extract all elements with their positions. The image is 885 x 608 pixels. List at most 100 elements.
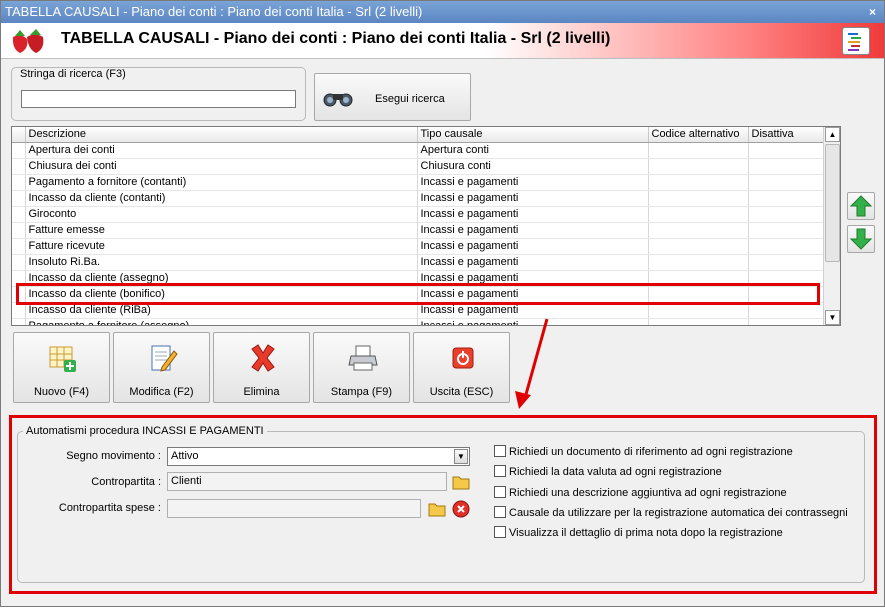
table-cell[interactable] (648, 318, 749, 325)
folder-icon[interactable] (428, 500, 446, 518)
table-row[interactable]: Insoluto Ri.Ba. Incassi e pagamenti (12, 254, 825, 271)
check-documento-riferimento[interactable]: Richiedi un documento di riferimento ad … (494, 445, 793, 458)
search-button[interactable]: Esegui ricerca (314, 73, 471, 121)
edit-document-icon (151, 345, 178, 372)
table-scrollbar[interactable]: ▲ ▼ (823, 127, 840, 325)
table-cell[interactable]: Fatture ricevute (25, 238, 418, 255)
table-cell[interactable] (748, 158, 825, 175)
row-indicator[interactable] (12, 222, 26, 239)
check-label: Richiedi una descrizione aggiuntiva ad o… (509, 487, 787, 499)
table-cell[interactable] (648, 254, 749, 271)
new-button[interactable]: Nuovo (F4) (13, 332, 110, 403)
contropartita-field[interactable]: Clienti (167, 472, 447, 491)
row-indicator[interactable] (12, 238, 26, 255)
table-row[interactable]: Fatture ricevute Incassi e pagamenti (12, 238, 825, 255)
table-cell[interactable]: Incassi e pagamenti (417, 254, 649, 271)
clear-icon[interactable] (452, 500, 470, 518)
table-row[interactable]: Pagamento a fornitore (assegno) Incassi e… (12, 318, 825, 325)
table-cell[interactable] (648, 158, 749, 175)
table-cell[interactable]: Chiusura dei conti (25, 158, 418, 175)
table-row[interactable]: Pagamento a fornitore (contanti) Incassi … (12, 174, 825, 191)
delete-button[interactable]: Elimina (213, 332, 310, 403)
segno-movimento-select[interactable]: Attivo ▼ (167, 447, 470, 466)
move-down-button[interactable] (847, 225, 875, 253)
table-row[interactable]: Chiusura dei conti Chiusura conti (12, 158, 825, 175)
row-indicator[interactable] (12, 254, 26, 271)
edit-button-label: Modifica (F2) (129, 386, 194, 398)
column-header-tipo-causale[interactable]: Tipo causale (417, 127, 649, 143)
table-cell[interactable] (748, 174, 825, 191)
table-cell[interactable]: Pagamento a fornitore (assegno) (25, 318, 418, 325)
list-icon[interactable] (842, 27, 870, 55)
exit-button[interactable]: Uscita (ESC) (413, 332, 510, 403)
table-cell[interactable]: Chiusura conti (417, 158, 649, 175)
table-cell[interactable]: Incassi e pagamenti (417, 238, 649, 255)
table-row[interactable]: Incasso da cliente (contanti) Incassi e p… (12, 190, 825, 207)
checkbox[interactable] (494, 506, 506, 518)
table-cell[interactable]: Incassi e pagamenti (417, 174, 649, 191)
table-cell[interactable] (648, 238, 749, 255)
check-dettaglio-prima-nota[interactable]: Visualizza il dettaglio di prima nota do… (494, 526, 783, 539)
checkbox[interactable] (494, 526, 506, 538)
table-header-row: Descrizione Tipo causale Codice alternat… (12, 127, 825, 143)
row-indicator[interactable] (12, 206, 26, 223)
table-cell[interactable]: Apertura dei conti (25, 142, 418, 159)
table-cell[interactable] (648, 190, 749, 207)
table-cell[interactable] (748, 254, 825, 271)
table-cell[interactable] (748, 222, 825, 239)
table-cell[interactable] (648, 222, 749, 239)
table-cell[interactable] (648, 174, 749, 191)
table-cell[interactable]: Fatture emesse (25, 222, 418, 239)
table-cell[interactable] (748, 206, 825, 223)
main-window: TABELLA CAUSALI - Piano dei conti : Pian… (0, 0, 885, 607)
column-header-codice-alternativo[interactable]: Codice alternativo (648, 127, 749, 143)
table-cell[interactable]: Incassi e pagamenti (417, 206, 649, 223)
table-cell[interactable]: Pagamento a fornitore (contanti) (25, 174, 418, 191)
edit-button[interactable]: Modifica (F2) (113, 332, 210, 403)
table-cell[interactable] (748, 190, 825, 207)
check-label: Causale da utilizzare per la registrazio… (509, 507, 848, 519)
checkbox[interactable] (494, 445, 506, 457)
row-indicator-header (12, 127, 26, 143)
check-descrizione-aggiuntiva[interactable]: Richiedi una descrizione aggiuntiva ad o… (494, 486, 787, 499)
row-indicator[interactable] (12, 190, 26, 207)
chevron-down-icon[interactable]: ▼ (454, 449, 468, 464)
move-up-button[interactable] (847, 192, 875, 220)
scroll-down-icon[interactable]: ▼ (825, 310, 840, 325)
table-cell[interactable]: Giroconto (25, 206, 418, 223)
table-cell[interactable] (748, 142, 825, 159)
scroll-up-icon[interactable]: ▲ (825, 127, 840, 142)
table-cell[interactable] (648, 206, 749, 223)
checkbox[interactable] (494, 486, 506, 498)
table-cell[interactable]: Insoluto Ri.Ba. (25, 254, 418, 271)
table-row[interactable]: Apertura dei conti Apertura conti (12, 142, 825, 159)
table-cell[interactable]: Incassi e pagamenti (417, 318, 649, 325)
table-cell[interactable] (648, 142, 749, 159)
row-indicator[interactable] (12, 142, 26, 159)
folder-icon[interactable] (452, 473, 470, 491)
check-data-valuta[interactable]: Richiedi la data valuta ad ogni registra… (494, 465, 722, 478)
table-row[interactable]: Giroconto Incassi e pagamenti (12, 206, 825, 223)
scroll-thumb[interactable] (825, 144, 840, 262)
search-input[interactable] (21, 90, 296, 108)
contropartita-label: Contropartita : (91, 476, 161, 488)
table-cell[interactable]: Apertura conti (417, 142, 649, 159)
contropartita-spese-field[interactable] (167, 499, 421, 518)
column-header-descrizione[interactable]: Descrizione (25, 127, 418, 143)
table-row[interactable]: Fatture emesse Incassi e pagamenti (12, 222, 825, 239)
column-header-disattiva[interactable]: Disattiva (748, 127, 825, 143)
table-cell[interactable]: Incassi e pagamenti (417, 222, 649, 239)
checkbox[interactable] (494, 465, 506, 477)
check-contrassegni[interactable]: Causale da utilizzare per la registrazio… (494, 506, 848, 519)
table-cell[interactable] (748, 318, 825, 325)
table-cell[interactable]: Incassi e pagamenti (417, 190, 649, 207)
row-indicator[interactable] (12, 174, 26, 191)
window-titlebar[interactable]: TABELLA CAUSALI - Piano dei conti : Pian… (1, 1, 884, 23)
row-indicator[interactable] (12, 318, 26, 325)
search-button-label: Esegui ricerca (375, 93, 445, 105)
close-icon[interactable]: × (869, 1, 876, 23)
table-cell[interactable] (748, 238, 825, 255)
table-cell[interactable]: Incasso da cliente (contanti) (25, 190, 418, 207)
print-button[interactable]: Stampa (F9) (313, 332, 410, 403)
row-indicator[interactable] (12, 158, 26, 175)
